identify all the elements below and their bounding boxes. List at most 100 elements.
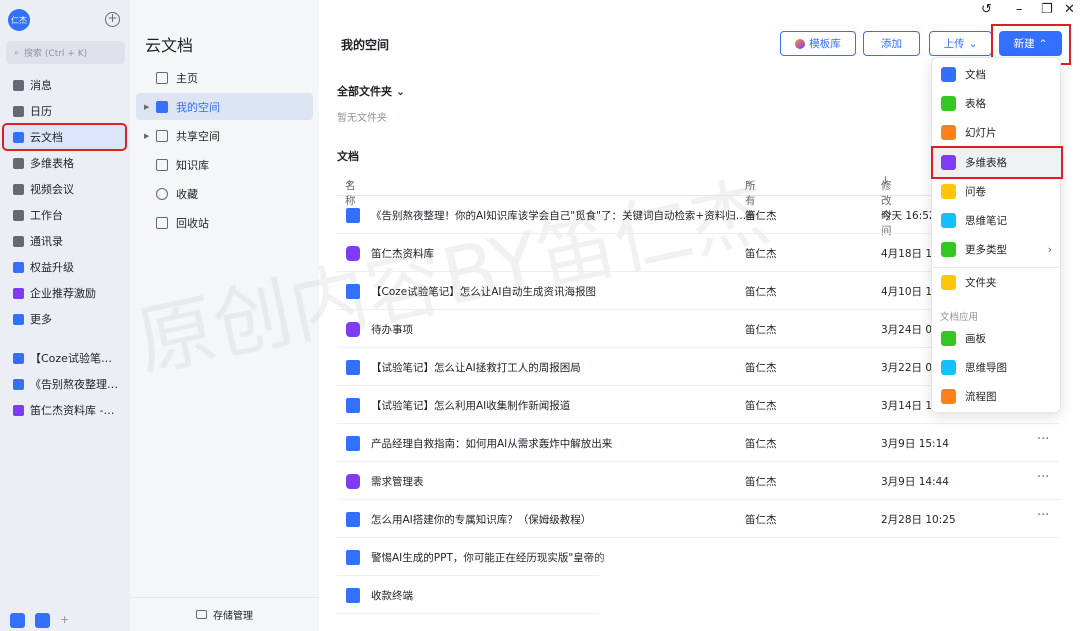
sidebar-item-favorites[interactable]: 收藏 bbox=[136, 180, 313, 207]
storage-button[interactable]: 存储管理 bbox=[130, 597, 319, 631]
doc-icon bbox=[346, 588, 360, 603]
table-row[interactable]: 怎么用AI搭建你的专属知识库？（保姆级教程） 笛仁杰 2月28日 10:25 ··· bbox=[337, 500, 1059, 538]
doc-modified-time: 3月9日 15:14 bbox=[881, 438, 949, 450]
doc-icon bbox=[13, 378, 24, 390]
nav-item-contacts[interactable]: 通讯录 bbox=[4, 229, 125, 253]
doc-icon bbox=[13, 352, 24, 364]
chevron-right-icon: › bbox=[1047, 243, 1052, 256]
add-icon[interactable]: + bbox=[105, 12, 120, 27]
bitable-icon bbox=[346, 474, 360, 489]
nav-item-cloud-docs[interactable]: 云文档 bbox=[2, 123, 127, 151]
new-dropdown-menu: 文档 表格 幻灯片 多维表格 问卷 思维笔记 更多类型 › 文件夹 文档应用 画板… bbox=[931, 57, 1063, 413]
calendar-icon bbox=[13, 105, 24, 117]
mindmap-icon bbox=[941, 360, 956, 375]
doc-name: 收款终端 bbox=[371, 590, 413, 602]
more-options-icon[interactable]: ··· bbox=[1037, 508, 1049, 523]
bottom-toolbar: + bbox=[10, 613, 75, 628]
recent-item[interactable]: 《告别熬夜整理… bbox=[4, 372, 125, 396]
all-folders-heading[interactable]: 全部文件夹 ⌄ bbox=[337, 83, 405, 99]
docs-sidebar: 云文档 主页 ▶ 我的空间 ▶ 共享空间 知识库 收藏 回收站 存储管理 bbox=[130, 0, 319, 631]
folder-icon bbox=[156, 100, 168, 113]
search-input[interactable]: ⌕ 搜索 (Ctrl + K) bbox=[6, 41, 125, 64]
doc-icon bbox=[346, 512, 360, 527]
column-owner[interactable]: 所有者 ⌄ bbox=[745, 175, 756, 222]
doc-icon bbox=[346, 550, 360, 565]
star-icon bbox=[156, 187, 168, 200]
nav-item-workspace[interactable]: 工作台 bbox=[4, 203, 125, 227]
add-button[interactable]: 添加 bbox=[863, 31, 920, 56]
bitable-icon bbox=[941, 155, 956, 170]
template-button[interactable]: 模板库 bbox=[780, 31, 856, 56]
sidebar-item-wiki[interactable]: 知识库 bbox=[136, 151, 313, 178]
menu-item-more-types[interactable]: 更多类型 › bbox=[933, 235, 1061, 264]
app-icon[interactable] bbox=[10, 613, 25, 628]
home-icon bbox=[156, 71, 168, 84]
chevron-down-icon: ⌄ bbox=[968, 37, 978, 50]
menu-item-flowchart[interactable]: 流程图 bbox=[933, 382, 1061, 411]
nav-item-video[interactable]: 视频会议 bbox=[4, 177, 125, 201]
sidebar-item-home[interactable]: 主页 bbox=[136, 64, 313, 91]
menu-item-doc[interactable]: 文档 bbox=[933, 60, 1061, 89]
profile-icon[interactable] bbox=[35, 613, 50, 628]
table-row[interactable]: 需求管理表 笛仁杰 3月9日 14:44 ··· bbox=[337, 462, 1059, 500]
nav-item-more[interactable]: 更多 bbox=[4, 307, 125, 331]
history-icon[interactable]: ↺ bbox=[981, 2, 992, 17]
sidebar-item-my-space[interactable]: ▶ 我的空间 bbox=[136, 93, 313, 120]
bitable-icon bbox=[346, 246, 360, 261]
menu-item-mindmap[interactable]: 思维导图 bbox=[933, 353, 1061, 382]
recent-item[interactable]: 【Coze试验笔记… bbox=[4, 346, 125, 370]
doc-modified-time: 3月14日 1 bbox=[881, 400, 933, 412]
menu-item-sheet[interactable]: 表格 bbox=[933, 89, 1061, 118]
sidebar-title: 云文档 bbox=[145, 36, 194, 55]
more-options-icon[interactable]: ··· bbox=[1037, 470, 1049, 485]
menu-item-folder[interactable]: 文件夹 bbox=[933, 268, 1061, 297]
caret-right-icon[interactable]: ▶ bbox=[144, 103, 149, 111]
nav-item-calendar[interactable]: 日历 bbox=[4, 99, 125, 123]
doc-name: 《告别熬夜整理！你的AI知识库该学会自己"觅食"了：关键词自动检索+资料归… bbox=[371, 210, 747, 222]
minimize-icon[interactable]: – bbox=[1016, 2, 1023, 17]
add-icon[interactable]: + bbox=[60, 613, 75, 628]
menu-item-form[interactable]: 问卷 bbox=[933, 177, 1061, 206]
column-modified[interactable]: 修改时间 ↓ bbox=[881, 175, 892, 237]
storage-icon bbox=[196, 610, 207, 619]
form-icon bbox=[941, 184, 956, 199]
column-name[interactable]: 名称 ⌄ bbox=[345, 175, 356, 207]
whiteboard-icon bbox=[941, 331, 956, 346]
bitable-icon bbox=[13, 404, 24, 416]
table-row[interactable]: 产品经理自救指南：如何用AI从需求轰炸中解放出来 笛仁杰 3月9日 15:14 ··· bbox=[337, 424, 1059, 462]
nav-item-referral[interactable]: 企业推荐激励 bbox=[4, 281, 125, 305]
close-icon[interactable]: ✕ bbox=[1064, 2, 1075, 17]
doc-name: 笛仁杰资料库 bbox=[371, 248, 434, 260]
sidebar-item-shared[interactable]: ▶ 共享空间 bbox=[136, 122, 313, 149]
book-icon bbox=[156, 158, 168, 171]
menu-item-mindnote[interactable]: 思维笔记 bbox=[933, 206, 1061, 235]
maximize-icon[interactable]: ❐ bbox=[1041, 2, 1053, 17]
nav-item-upgrade[interactable]: 权益升级 bbox=[4, 255, 125, 279]
nav-item-messages[interactable]: 消息 bbox=[4, 73, 125, 97]
avatar[interactable]: 仁杰 bbox=[8, 9, 30, 31]
doc-owner: 笛仁杰 bbox=[745, 362, 777, 374]
doc-icon bbox=[346, 398, 360, 413]
table-row[interactable]: 警惕AI生成的PPT，你可能正在经历现实版"皇帝的 bbox=[337, 538, 605, 576]
nav-item-bitable[interactable]: 多维表格 bbox=[4, 151, 125, 175]
more-options-icon[interactable]: ··· bbox=[1037, 432, 1049, 447]
caret-right-icon[interactable]: ▶ bbox=[144, 132, 149, 140]
table-row[interactable]: 收款终端 bbox=[337, 576, 599, 614]
doc-owner: 笛仁杰 bbox=[745, 286, 777, 298]
grid-icon bbox=[13, 209, 24, 221]
recent-item[interactable]: 笛仁杰资料库 -… bbox=[4, 398, 125, 422]
menu-item-bitable[interactable]: 多维表格 bbox=[931, 146, 1063, 179]
upload-button[interactable]: 上传 ⌄ bbox=[929, 31, 992, 56]
menu-item-whiteboard[interactable]: 画板 bbox=[933, 324, 1061, 353]
more-types-icon bbox=[941, 242, 956, 257]
sheet-icon bbox=[941, 96, 956, 111]
doc-name: 待办事项 bbox=[371, 324, 413, 336]
sidebar-item-trash[interactable]: 回收站 bbox=[136, 209, 313, 236]
menu-item-slides[interactable]: 幻灯片 bbox=[933, 118, 1061, 147]
video-icon bbox=[13, 183, 24, 195]
doc-name: 怎么用AI搭建你的专属知识库？（保姆级教程） bbox=[371, 514, 592, 526]
people-icon bbox=[13, 287, 24, 299]
doc-name: 【试验笔记】怎么利用AI收集制作新闻报道 bbox=[371, 400, 571, 412]
doc-owner: 笛仁杰 bbox=[745, 210, 777, 222]
folder-icon bbox=[941, 275, 956, 290]
